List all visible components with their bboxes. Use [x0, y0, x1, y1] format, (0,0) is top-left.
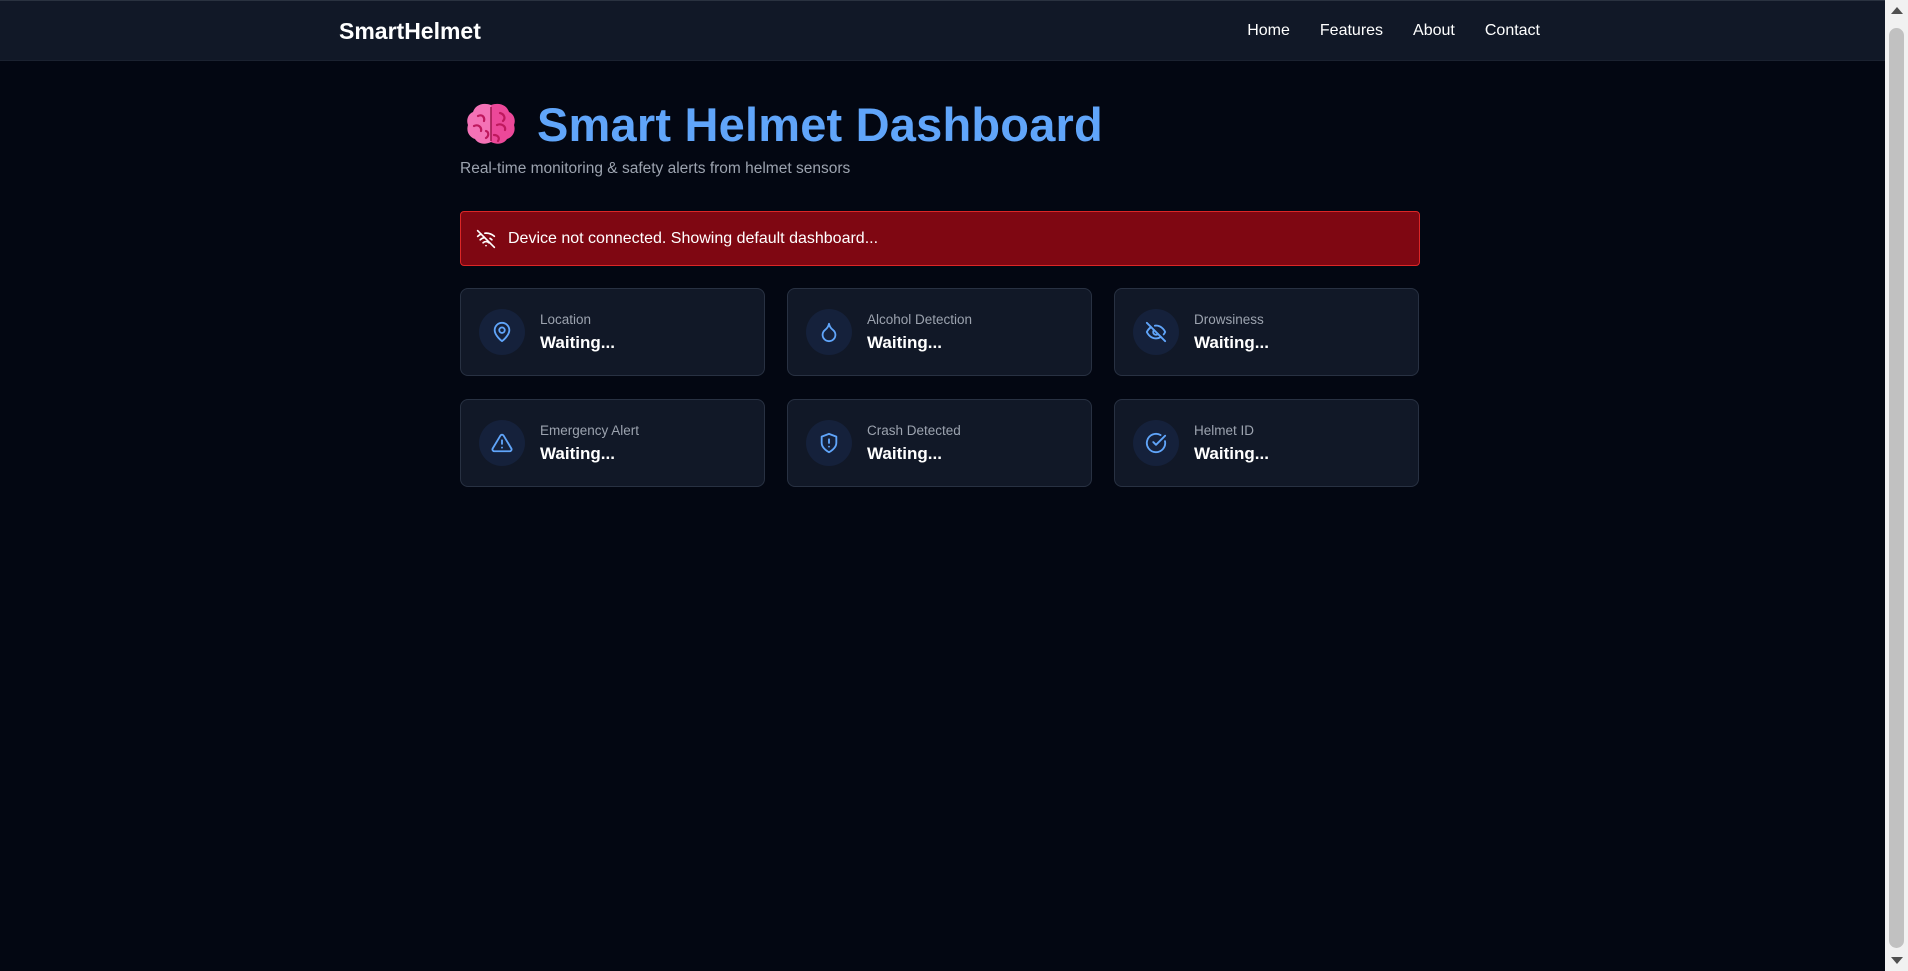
- card-drowsiness: Drowsiness Waiting...: [1114, 288, 1419, 376]
- page-subtitle: Real-time monitoring & safety alerts fro…: [460, 160, 851, 177]
- card-icon-circle: [1133, 309, 1179, 355]
- card-emergency-alert: Emergency Alert Waiting...: [460, 399, 765, 487]
- nav-about-link[interactable]: About: [1413, 22, 1455, 40]
- vertical-scrollbar[interactable]: [1885, 0, 1908, 971]
- card-value: Waiting...: [540, 443, 615, 463]
- alert-triangle-icon: [491, 433, 513, 453]
- droplet-icon: [821, 322, 837, 343]
- card-icon-circle: [806, 420, 852, 466]
- card-label: Location: [540, 311, 592, 327]
- top-navbar: SmartHelmet Home Features About Contact: [0, 0, 1885, 61]
- scroll-down-arrow[interactable]: [1891, 957, 1903, 964]
- nav-home-link[interactable]: Home: [1247, 22, 1290, 40]
- main-nav: Home Features About Contact: [1247, 22, 1540, 40]
- card-location: Location Waiting...: [460, 288, 765, 376]
- alert-message: Device not connected. Showing default da…: [508, 229, 879, 247]
- card-value: Waiting...: [867, 443, 942, 463]
- nav-features-link[interactable]: Features: [1320, 22, 1383, 40]
- shield-alert-icon: [820, 432, 838, 454]
- card-icon-circle: [806, 309, 852, 355]
- card-value: Waiting...: [1194, 332, 1269, 352]
- card-icon-circle: [479, 309, 525, 355]
- card-alcohol-detection: Alcohol Detection Waiting...: [787, 288, 1092, 376]
- check-circle-icon: [1145, 432, 1167, 454]
- nav-contact-link[interactable]: Contact: [1485, 22, 1540, 40]
- card-helmet-id: Helmet ID Waiting...: [1114, 399, 1419, 487]
- card-value: Waiting...: [540, 332, 615, 352]
- scroll-up-arrow[interactable]: [1891, 7, 1903, 14]
- card-value: Waiting...: [867, 332, 942, 352]
- card-label: Drowsiness: [1194, 311, 1264, 327]
- connection-alert: Device not connected. Showing default da…: [460, 211, 1420, 266]
- card-icon-circle: [1133, 420, 1179, 466]
- scroll-thumb[interactable]: [1889, 28, 1904, 948]
- card-icon-circle: [479, 420, 525, 466]
- card-label: Crash Detected: [867, 422, 961, 438]
- page-title: Smart Helmet Dashboard: [460, 95, 1420, 153]
- brain-icon: [467, 103, 515, 144]
- card-value: Waiting...: [1194, 443, 1269, 463]
- eye-off-icon: [1145, 321, 1167, 343]
- map-pin-icon: [493, 321, 511, 343]
- wifi-off-icon: [476, 229, 496, 248]
- card-crash-detected: Crash Detected Waiting...: [787, 399, 1092, 487]
- page-title-text: Smart Helmet Dashboard: [537, 97, 1103, 151]
- card-label: Emergency Alert: [540, 422, 640, 438]
- dashboard-content: Smart Helmet Dashboard Real-time monitor…: [460, 95, 1420, 487]
- card-label: Alcohol Detection: [867, 311, 973, 327]
- card-label: Helmet ID: [1194, 422, 1255, 438]
- brand-logo[interactable]: SmartHelmet: [339, 18, 481, 45]
- sensor-cards-grid: Location Waiting... Alcohol Detection Wa…: [460, 288, 1420, 487]
